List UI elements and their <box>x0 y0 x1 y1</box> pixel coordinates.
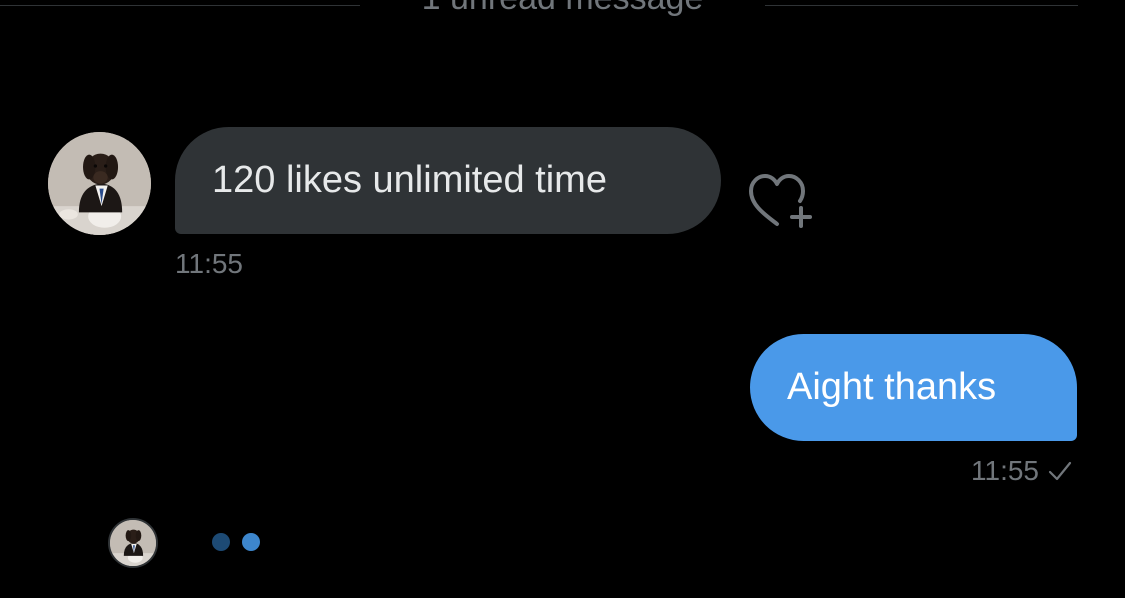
dog-avatar-image <box>48 132 151 235</box>
received-message-time: 11:55 <box>175 248 243 279</box>
typing-dot <box>212 533 230 551</box>
dog-avatar-small-image <box>110 520 156 566</box>
received-message-text: 120 likes unlimited time <box>212 159 607 201</box>
sent-message-time: 11:55 <box>971 455 1039 486</box>
typing-indicator <box>212 533 260 551</box>
divider-line-left <box>0 5 360 6</box>
check-icon <box>1048 461 1072 481</box>
sent-message-bubble[interactable]: Aight thanks <box>750 334 1077 441</box>
typing-dot <box>242 533 260 551</box>
dm-conversation: 1 unread message 120 likes unlimited tim… <box>0 0 1125 598</box>
unread-divider-label: 1 unread message <box>360 0 765 18</box>
divider-line-right <box>765 5 1078 6</box>
sent-message-text: Aight thanks <box>787 366 997 408</box>
received-message-bubble[interactable]: 120 likes unlimited time <box>175 127 721 234</box>
heart-plus-icon[interactable] <box>745 168 819 232</box>
sender-avatar[interactable] <box>48 132 151 235</box>
sent-message-meta: 11:55 <box>971 455 1073 487</box>
typing-avatar[interactable] <box>108 518 158 568</box>
